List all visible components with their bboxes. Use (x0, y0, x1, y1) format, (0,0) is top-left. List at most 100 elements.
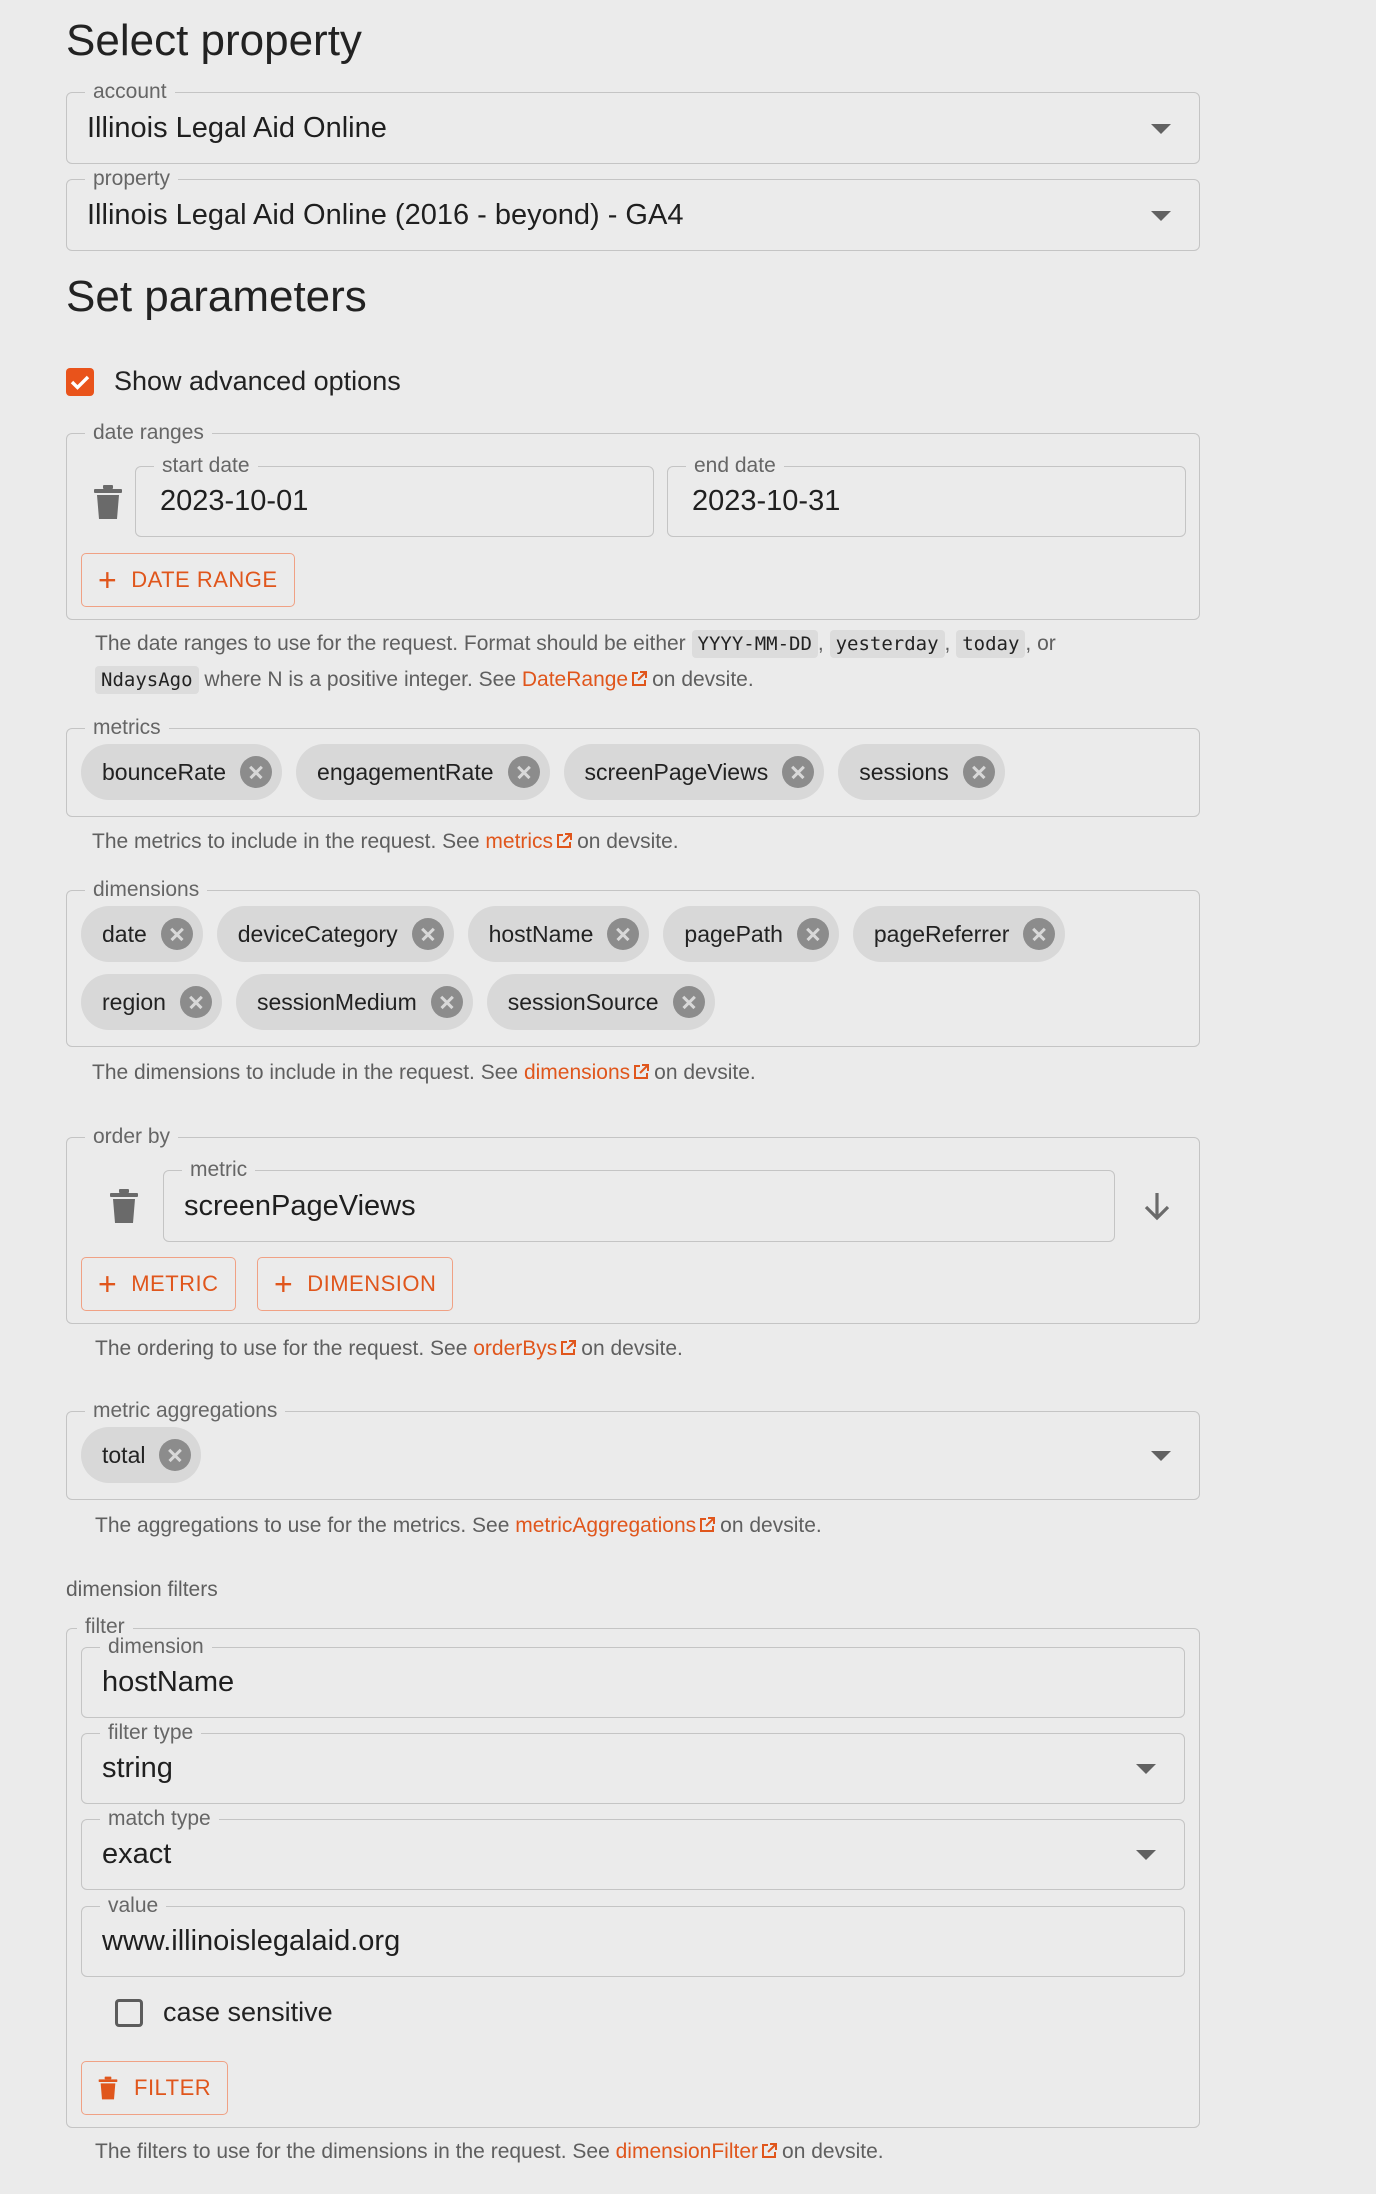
chip-remove-icon[interactable] (179, 986, 212, 1018)
match-type-select[interactable]: match type exact (81, 1807, 1185, 1890)
delete-order-by-icon[interactable] (109, 1188, 139, 1224)
external-link-icon (634, 1064, 650, 1079)
dimension-chip: sessionSource (486, 974, 715, 1030)
filter-group: filter dimension hostName filter type st… (66, 1615, 1200, 2128)
order-by-metric-label: metric (182, 1158, 256, 1182)
daterange-link[interactable]: DateRange (522, 668, 628, 691)
metric-aggregations-select[interactable]: metric aggregations total (66, 1399, 1200, 1500)
chip-remove-icon[interactable] (507, 756, 540, 788)
filter-value-value: www.illinoislegalaid.org (102, 1925, 401, 1957)
add-dimension-order-button[interactable]: + DIMENSION (257, 1257, 454, 1311)
start-date-label: start date (154, 454, 258, 478)
dimension-filters-title: dimension filters (66, 1578, 218, 1601)
metricaggregations-link[interactable]: metricAggregations (515, 1514, 696, 1537)
code-yesterday: yesterday (829, 630, 945, 658)
chip-remove-icon[interactable] (159, 1439, 192, 1471)
select-property-title: Select property (66, 16, 362, 65)
external-link-icon (557, 833, 573, 848)
help-text: The filters to use for the dimensions in… (95, 2140, 610, 2163)
add-dimension-label: DIMENSION (307, 1271, 437, 1296)
chip-label: sessionMedium (256, 988, 417, 1015)
chip-remove-icon[interactable] (411, 918, 444, 950)
chip-remove-icon[interactable] (430, 986, 463, 1018)
metric-aggregations-help: The aggregations to use for the metrics.… (95, 1508, 822, 1544)
order-by-metric-field[interactable]: metric screenPageViews (163, 1158, 1115, 1242)
external-link-icon (762, 2143, 778, 2158)
filter-value-field[interactable]: value www.illinoislegalaid.org (81, 1894, 1185, 1977)
property-value: Illinois Legal Aid Online (2016 - beyond… (87, 199, 684, 231)
case-sensitive-toggle[interactable]: case sensitive (115, 1997, 333, 2028)
add-date-range-button[interactable]: + DATE RANGE (81, 553, 295, 607)
chip-label: date (102, 920, 147, 947)
chip-remove-icon[interactable] (607, 918, 640, 950)
chip-remove-icon[interactable] (1023, 918, 1056, 950)
metric-chip: engagementRate (296, 744, 550, 800)
filter-type-select[interactable]: filter type string (81, 1721, 1185, 1804)
chip-label: total (102, 1441, 146, 1468)
chip-remove-icon[interactable] (962, 756, 995, 788)
end-date-field[interactable]: end date 2023-10-31 (667, 454, 1186, 537)
plus-icon: + (98, 1266, 118, 1302)
end-date-value: 2023-10-31 (692, 485, 841, 517)
chip-remove-icon[interactable] (240, 756, 273, 788)
chip-remove-icon[interactable] (796, 918, 829, 950)
match-type-value: exact (102, 1838, 172, 1870)
plus-icon: + (98, 562, 118, 598)
orderbys-link[interactable]: orderBys (473, 1337, 557, 1360)
remove-filter-label: FILTER (134, 2075, 212, 2100)
set-parameters-title: Set parameters (66, 272, 367, 321)
help-text: on devsite. (581, 1337, 683, 1360)
arrow-down-icon[interactable] (1141, 1190, 1173, 1222)
property-select[interactable]: property Illinois Legal Aid Online (2016… (66, 167, 1200, 251)
metrics-link[interactable]: metrics (485, 830, 553, 853)
account-select[interactable]: account Illinois Legal Aid Online (66, 80, 1200, 164)
advanced-options-label: Show advanced options (114, 366, 401, 396)
chevron-down-icon (1151, 124, 1171, 134)
metrics-group[interactable]: metrics bounceRate engagementRate screen… (66, 716, 1200, 817)
account-value: Illinois Legal Aid Online (87, 112, 387, 144)
filter-type-label: filter type (100, 1721, 202, 1745)
metric-chip: screenPageViews (563, 744, 825, 800)
property-label: property (85, 167, 179, 191)
delete-date-range-icon[interactable] (93, 484, 123, 520)
account-label: account (85, 80, 175, 104)
metrics-help: The metrics to include in the request. S… (92, 824, 679, 860)
start-date-field[interactable]: start date 2023-10-01 (135, 454, 654, 537)
metrics-chips: bounceRate engagementRate screenPageView… (81, 744, 1185, 800)
help-text: on devsite. (782, 2140, 884, 2163)
chip-label: sessions (859, 758, 949, 785)
dimensionfilter-link[interactable]: dimensionFilter (616, 2140, 758, 2163)
add-metric-order-button[interactable]: + METRIC (81, 1257, 236, 1311)
dimensions-group[interactable]: dimensions date deviceCategory hostName … (66, 878, 1200, 1047)
chip-remove-icon[interactable] (782, 756, 815, 788)
filter-dimension-field[interactable]: dimension hostName (81, 1635, 1185, 1718)
dimension-chip: date (81, 906, 203, 962)
dimension-chip: region (81, 974, 222, 1030)
chip-label: pageReferrer (873, 920, 1010, 947)
code-today: today (956, 630, 1026, 658)
dimension-chip: pageReferrer (852, 906, 1066, 962)
metrics-legend: metrics (85, 716, 169, 740)
dimensions-link[interactable]: dimensions (524, 1061, 630, 1084)
external-link-icon (632, 671, 648, 686)
order-by-metric-value: screenPageViews (184, 1190, 416, 1222)
advanced-options-checkbox[interactable] (66, 367, 94, 396)
external-link-icon (561, 1340, 577, 1355)
metric-chip: bounceRate (81, 744, 283, 800)
chip-label: hostName (488, 920, 594, 947)
chip-remove-icon[interactable] (672, 986, 705, 1018)
chip-label: deviceCategory (237, 920, 398, 947)
remove-filter-button[interactable]: FILTER (81, 2061, 229, 2115)
date-ranges-help: The date ranges to use for the request. … (95, 626, 1185, 698)
case-sensitive-checkbox[interactable] (115, 1998, 143, 2027)
chip-remove-icon[interactable] (160, 918, 193, 950)
chip-label: region (102, 988, 166, 1015)
chip-label: bounceRate (102, 758, 227, 785)
order-by-group: order by metric screenPageViews + METRIC… (66, 1125, 1200, 1324)
help-text: on devsite. (654, 1061, 756, 1084)
dimension-chip: pagePath (663, 906, 839, 962)
code-format: YYYY-MM-DD (691, 630, 818, 658)
order-by-legend: order by (85, 1125, 179, 1149)
dimension-chip: hostName (467, 906, 650, 962)
advanced-options-toggle[interactable]: Show advanced options (66, 366, 401, 397)
